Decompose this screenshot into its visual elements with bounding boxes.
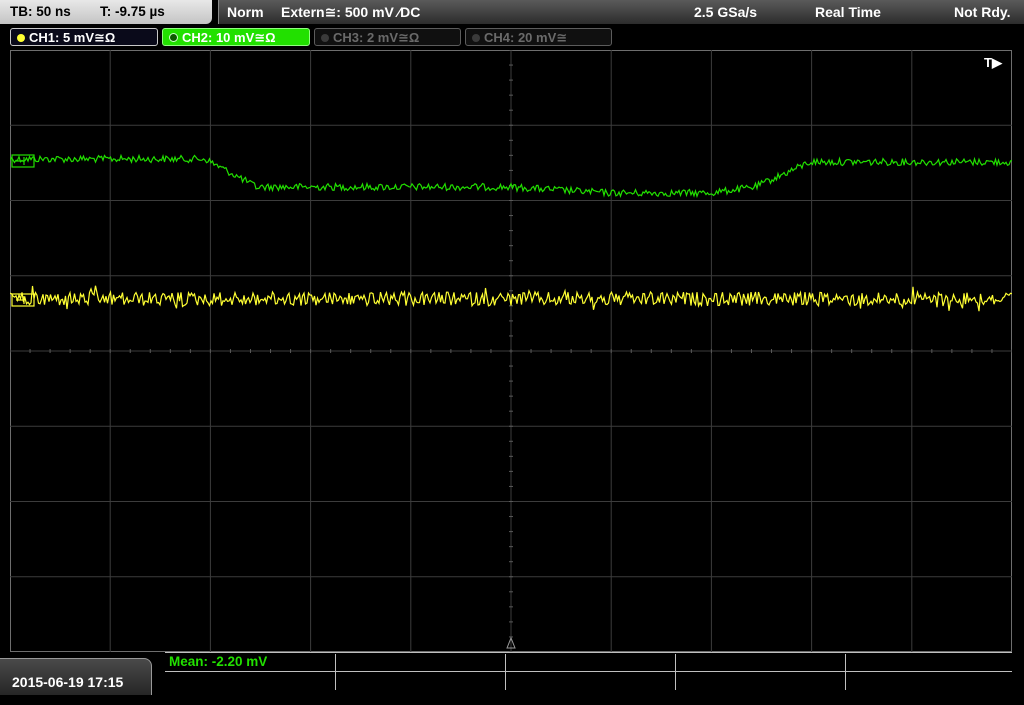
acquisition-status-bar[interactable]: Norm Extern≅: 500 mV ⁄DC 2.5 GSa/s Real … <box>218 0 1024 24</box>
measurement-cell[interactable] <box>846 654 1012 690</box>
measurement-panel[interactable]: Mean: -2.20 mV <box>165 652 1012 692</box>
channel-2-label: CH2: 10 mV≅Ω <box>182 30 276 45</box>
run-state: Not Rdy. <box>954 4 1011 20</box>
channel-3-tab[interactable]: CH3: 2 mV≅Ω <box>314 28 461 46</box>
measurement-divider <box>165 671 1012 672</box>
top-bar: TB: 50 ns T: -9.75 µs Norm Extern≅: 500 … <box>0 0 1024 24</box>
channel-4-label: CH4: 20 mV≅ <box>484 30 568 45</box>
waveform-display[interactable]: T▶ <box>10 50 1012 652</box>
acquisition-mode: Real Time <box>815 4 881 20</box>
channel-2-indicator-icon <box>169 33 178 42</box>
measurement-cell[interactable] <box>506 654 676 690</box>
channel-1-indicator-icon <box>17 34 25 42</box>
channel-4-indicator-icon <box>472 34 480 42</box>
channel-3-indicator-icon <box>321 34 329 42</box>
measurement-divider <box>165 652 1012 653</box>
channel-1-tab[interactable]: CH1: 5 mV≅Ω <box>10 28 158 46</box>
measurement-cell[interactable] <box>336 654 506 690</box>
measurement-cell[interactable] <box>676 654 846 690</box>
trigger-position-marker: T▶ <box>984 55 1003 70</box>
channel-1-label: CH1: 5 mV≅Ω <box>29 30 116 45</box>
channel-4-tab[interactable]: CH4: 20 mV≅ <box>465 28 612 46</box>
timebase-label: TB: 50 ns <box>10 4 71 19</box>
timebase-box[interactable]: TB: 50 ns T: -9.75 µs <box>0 0 212 24</box>
trigger-time-label: T: -9.75 µs <box>100 4 165 19</box>
channel-3-label: CH3: 2 mV≅Ω <box>333 30 420 45</box>
mean-measurement: Mean: -2.20 mV <box>169 654 268 669</box>
datetime-display: 2015-06-19 17:15 <box>0 658 152 695</box>
sample-rate: 2.5 GSa/s <box>694 4 758 20</box>
trigger-mode[interactable]: Norm <box>227 0 264 24</box>
trigger-source[interactable]: Extern≅: 500 mV ⁄DC <box>281 0 420 24</box>
channel-2-tab[interactable]: CH2: 10 mV≅Ω <box>162 28 310 46</box>
